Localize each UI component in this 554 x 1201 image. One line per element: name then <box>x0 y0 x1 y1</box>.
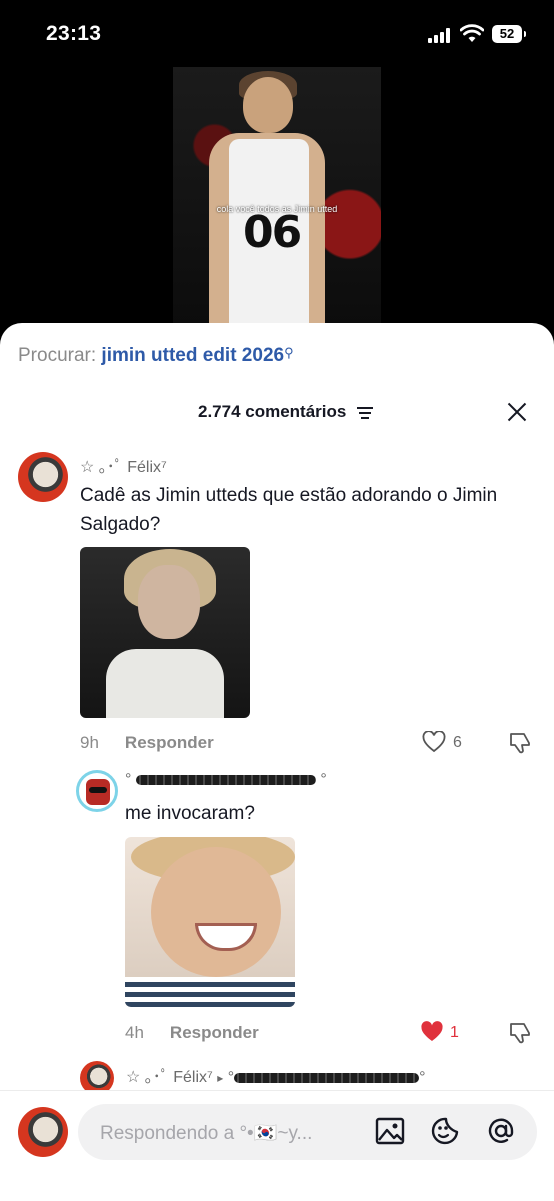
reply-text: me invocaram? <box>125 803 255 824</box>
emoji-icon[interactable] <box>430 1116 460 1146</box>
search-icon: ⚲ <box>284 345 294 360</box>
heart-icon[interactable] <box>422 731 446 753</box>
signal-icon <box>428 27 454 43</box>
comment-input-placeholder: Respondendo a °•🇰🇷~y... <box>100 1123 313 1144</box>
video-caption: cola você todos as Jimin utted <box>216 204 338 214</box>
filter-icon[interactable] <box>357 406 374 419</box>
dislike-icon[interactable] <box>508 1021 532 1045</box>
comment-meta: 9h Responder <box>80 733 214 753</box>
close-icon[interactable] <box>506 401 528 423</box>
reply-time: 4h <box>125 1023 144 1042</box>
comment-time: 9h <box>80 733 99 752</box>
search-suggestion[interactable]: Procurar: jimin utted edit 2026⚲ <box>18 345 294 367</box>
image-icon[interactable] <box>375 1116 405 1146</box>
avatar[interactable] <box>18 452 68 502</box>
reply-username[interactable]: ☆ ｡･ﾟ Félix⁷ ▸ ° ° <box>126 1063 426 1087</box>
status-time: 23:13 <box>46 22 102 45</box>
battery-icon: 52 <box>492 25 526 43</box>
comment-input[interactable]: Respondendo a °•🇰🇷~y... <box>78 1104 537 1160</box>
status-bar: 23:13 52 <box>0 0 554 66</box>
avatar[interactable] <box>76 770 118 812</box>
mention-icon[interactable] <box>486 1116 516 1146</box>
heart-icon[interactable] <box>420 1021 444 1043</box>
reply-button[interactable]: Responder <box>170 1023 259 1042</box>
video-player[interactable]: 06 cola você todos as Jimin utted <box>173 67 381 329</box>
comment-username[interactable]: ☆ ｡･ﾟ Félix⁷ <box>80 453 167 477</box>
wifi-icon <box>460 24 484 42</box>
search-query-link[interactable]: jimin utted edit 2026 <box>101 345 284 366</box>
like-count: 6 <box>453 734 462 751</box>
like-count: 1 <box>450 1024 459 1041</box>
search-label: Procurar: <box>18 345 97 366</box>
comments-sheet: Procurar: jimin utted edit 2026⚲ 2.774 c… <box>0 323 554 1200</box>
reply-username[interactable]: ° ° <box>125 771 327 789</box>
reply-button[interactable]: Responder <box>125 733 214 752</box>
dislike-icon[interactable] <box>508 731 532 755</box>
comment-image[interactable] <box>80 547 250 718</box>
reply-image[interactable] <box>125 837 295 1007</box>
reply-meta: 4h Responder <box>125 1023 259 1043</box>
shirt-number: 06 <box>243 207 302 258</box>
avatar <box>18 1107 68 1157</box>
comment-composer: Respondendo a °•🇰🇷~y... <box>0 1090 554 1201</box>
comments-count: 2.774 comentários <box>198 402 374 422</box>
comment-text: Cadê as Jimin utteds que estão adorando … <box>80 485 498 535</box>
